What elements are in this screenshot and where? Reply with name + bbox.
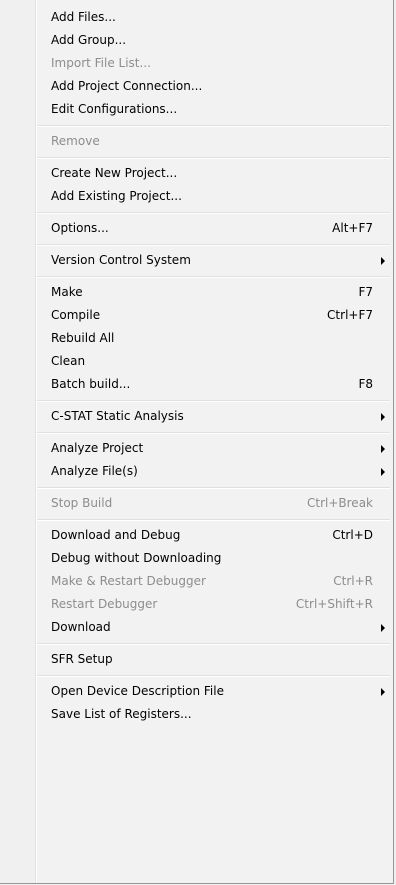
menu-item-label: SFR Setup (51, 652, 113, 666)
menu-item-sfr-setup[interactable]: SFR Setup (0, 648, 393, 671)
menu-separator (0, 639, 393, 648)
menu-item-shortcut: Ctrl+R (333, 574, 373, 588)
menu-item-label: Restart Debugger (51, 597, 158, 611)
menu-item-debug-without-downloading[interactable]: Debug without Downloading (0, 547, 393, 570)
submenu-arrow-icon (381, 624, 385, 632)
menu-item-download-and-debug[interactable]: Download and Debug Ctrl+D (0, 524, 393, 547)
menu-item-label: Version Control System (51, 253, 191, 267)
menu-item-label: Import File List... (51, 56, 151, 70)
menu-item-options[interactable]: Options... Alt+F7 (0, 217, 393, 240)
menu-item-shortcut: Ctrl+Break (307, 496, 373, 510)
menu-item-remove: Remove (0, 130, 393, 153)
menu-item-label: Add Group... (51, 33, 127, 47)
menu-item-label: Download and Debug (51, 528, 181, 542)
menu-item-label: Add Project Connection... (51, 79, 203, 93)
menu-item-import-file-list: Import File List... (0, 52, 393, 75)
menu-item-label: Add Files... (51, 10, 116, 24)
menu-item-add-files[interactable]: Add Files... (0, 6, 393, 29)
menu-item-add-project-connection[interactable]: Add Project Connection... (0, 75, 393, 98)
menu-item-make-restart-debugger: Make & Restart Debugger Ctrl+R (0, 570, 393, 593)
menu-item-shortcut: Ctrl+Shift+R (295, 597, 373, 611)
menu-item-shortcut: Alt+F7 (332, 221, 373, 235)
menu-item-label: Create New Project... (51, 166, 178, 180)
menu-item-stop-build: Stop Build Ctrl+Break (0, 492, 393, 515)
submenu-arrow-icon (381, 413, 385, 421)
menu-item-label: Batch build... (51, 377, 131, 391)
menu-item-label: Compile (51, 308, 101, 322)
menu-item-analyze-files[interactable]: Analyze File(s) (0, 460, 393, 483)
menu-item-label: Stop Build (51, 496, 113, 510)
menu-item-label: Download (51, 620, 111, 634)
menu-item-download[interactable]: Download (0, 616, 393, 639)
menu-item-make[interactable]: Make F7 (0, 281, 393, 304)
menu-item-open-device-description-file[interactable]: Open Device Description File (0, 680, 393, 703)
menu-item-add-existing-project[interactable]: Add Existing Project... (0, 185, 393, 208)
menu-item-rebuild-all[interactable]: Rebuild All (0, 327, 393, 350)
submenu-arrow-icon (381, 257, 385, 265)
menu-item-compile[interactable]: Compile Ctrl+F7 (0, 304, 393, 327)
menu-item-shortcut: Ctrl+F7 (327, 308, 373, 322)
menu-separator (0, 272, 393, 281)
menu-separator (0, 208, 393, 217)
menu-item-label: Edit Configurations... (51, 102, 178, 116)
menu-item-shortcut: F7 (358, 285, 373, 299)
menu-separator (0, 153, 393, 162)
submenu-arrow-icon (381, 468, 385, 476)
menu-item-restart-debugger: Restart Debugger Ctrl+Shift+R (0, 593, 393, 616)
menu-item-label: Analyze File(s) (51, 464, 138, 478)
menu-item-label: Clean (51, 354, 86, 368)
menu-item-version-control-system[interactable]: Version Control System (0, 249, 393, 272)
menu-item-cstat-static-analysis[interactable]: C-STAT Static Analysis (0, 405, 393, 428)
menu-item-create-new-project[interactable]: Create New Project... (0, 162, 393, 185)
menu-separator (0, 671, 393, 680)
menu-separator (0, 428, 393, 437)
menu-item-label: Make (51, 285, 83, 299)
menu-item-label: Options... (51, 221, 109, 235)
submenu-arrow-icon (381, 688, 385, 696)
menu-item-shortcut: Ctrl+D (332, 528, 373, 542)
menu-item-label: Rebuild All (51, 331, 115, 345)
menu-item-label: Debug without Downloading (51, 551, 222, 565)
submenu-arrow-icon (381, 445, 385, 453)
menu-item-label: C-STAT Static Analysis (51, 409, 184, 423)
menu-item-clean[interactable]: Clean (0, 350, 393, 373)
menu-separator (0, 396, 393, 405)
project-context-menu: Add Files... Add Group... Import File Li… (0, 0, 394, 884)
menu-item-add-group[interactable]: Add Group... (0, 29, 393, 52)
menu-item-label: Open Device Description File (51, 684, 224, 698)
menu-item-label: Remove (51, 134, 100, 148)
menu-separator (0, 515, 393, 524)
menu-item-label: Add Existing Project... (51, 189, 182, 203)
menu-item-analyze-project[interactable]: Analyze Project (0, 437, 393, 460)
menu-item-edit-configurations[interactable]: Edit Configurations... (0, 98, 393, 121)
menu-item-shortcut: F8 (358, 377, 373, 391)
menu-items: Add Files... Add Group... Import File Li… (0, 6, 393, 726)
menu-separator (0, 483, 393, 492)
menu-item-label: Make & Restart Debugger (51, 574, 206, 588)
menu-item-save-list-of-registers[interactable]: Save List of Registers... (0, 703, 393, 726)
menu-separator (0, 240, 393, 249)
menu-item-label: Analyze Project (51, 441, 144, 455)
menu-item-batch-build[interactable]: Batch build... F8 (0, 373, 393, 396)
menu-item-label: Save List of Registers... (51, 707, 192, 721)
menu-separator (0, 121, 393, 130)
